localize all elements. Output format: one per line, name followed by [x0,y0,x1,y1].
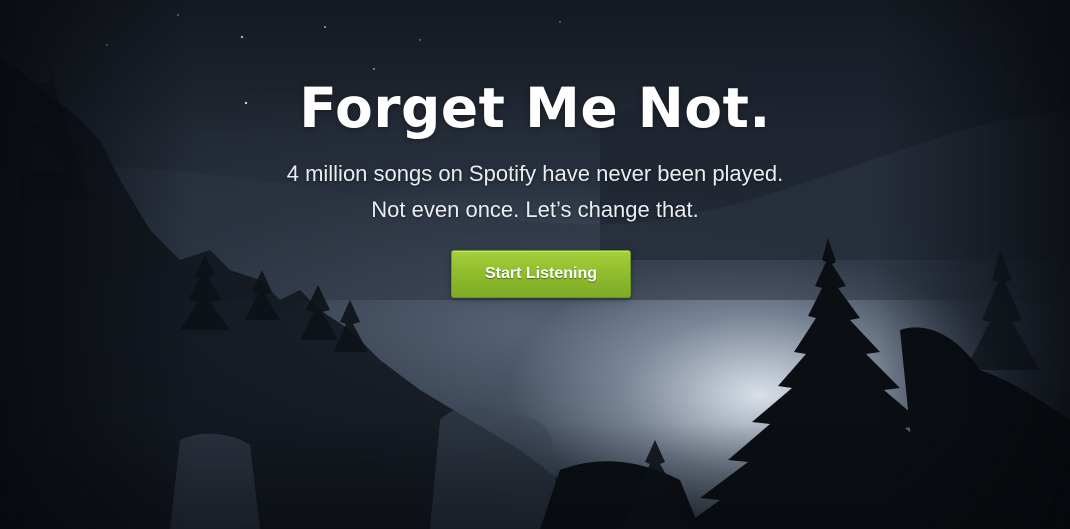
subtitle-line-1: 4 million songs on Spotify have never be… [286,161,784,186]
subtitle-line-2: Not even once. Let’s change that. [371,197,699,222]
page-title: Forget Me Not. [299,76,771,140]
start-listening-button[interactable]: Start Listening [451,250,631,298]
hero-section: Forget Me Not. 4 million songs on Spotif… [0,0,1070,529]
